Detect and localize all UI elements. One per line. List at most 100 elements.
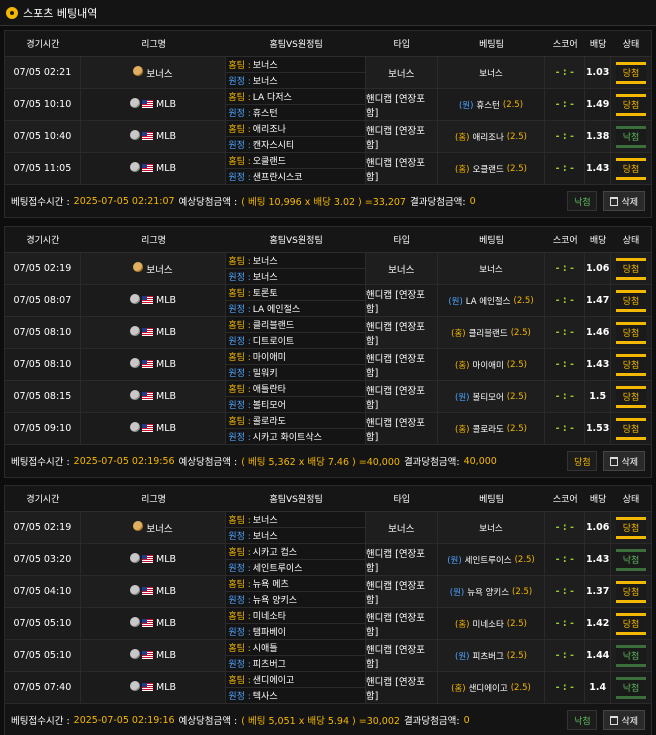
away-tag: 원정 : <box>228 369 251 379</box>
bet-type: 핸디캡 [연장포함] <box>366 349 438 380</box>
usa-flag-icon <box>142 296 154 304</box>
delete-button[interactable]: 삭제 <box>603 451 645 471</box>
state-badge: 당첨 <box>616 417 647 440</box>
match-cell: 홈팀 : 콜로라도 원정 : 시카고 화이트삭스 <box>226 413 366 444</box>
home-tag: 홈팀 : <box>228 289 251 299</box>
score: - : - <box>545 413 586 444</box>
away-team: 피츠버그 <box>252 660 286 670</box>
home-team: 애틀란타 <box>252 385 286 395</box>
receipt-time-label: 베팅접수시간 : <box>11 716 70 727</box>
receipt-time-label: 베팅접수시간 : <box>11 197 70 208</box>
state-cell: 당첨 <box>611 413 651 444</box>
league-cell: MLB <box>81 640 227 671</box>
home-line: 홈팀 : 보너스 <box>226 253 365 269</box>
bet-type: 보너스 <box>366 512 438 543</box>
league-name: MLB <box>156 163 177 174</box>
match-time: 07/05 02:19 <box>5 253 81 284</box>
result-value: 0 <box>469 195 476 207</box>
usa-flag-icon <box>142 100 154 108</box>
score: - : - <box>545 512 586 543</box>
bet-type: 핸디캡 [연장포함] <box>366 672 438 703</box>
col-score: 스코어 <box>552 236 578 246</box>
match-time: 07/05 03:20 <box>5 544 81 575</box>
receipt-time-value: 2025-07-05 02:19:56 <box>73 455 175 467</box>
home-tag: 홈팀 : <box>228 644 251 654</box>
bet-row: 07/05 02:19 보너스 홈팀 : 보너스 원정 : 보너스 보너스 보너… <box>5 512 651 544</box>
state-badge: 당첨 <box>616 157 647 180</box>
odds: 1.46 <box>585 317 612 348</box>
home-tag: 홈팀 : <box>228 125 251 135</box>
slip-result-badge: 낙첨 <box>567 191 598 211</box>
bonus-coin-icon <box>133 521 144 531</box>
bet-type: 핸디캡 [연장포함] <box>366 285 438 316</box>
match-cell: 홈팀 : LA 다저스 원정 : 휴스턴 <box>226 89 366 120</box>
state-badge: 낙첨 <box>616 548 647 571</box>
match-time: 07/05 08:07 <box>5 285 81 316</box>
away-team: 탬파베이 <box>252 628 286 638</box>
state-badge: 당첨 <box>616 93 647 116</box>
home-team: 콜로라도 <box>252 417 286 427</box>
match-time: 07/05 08:10 <box>5 349 81 380</box>
state-badge: 당첨 <box>616 257 647 280</box>
pick-team: 세인트루이스 <box>464 555 512 566</box>
slip-footer: 베팅접수시간 : 2025-07-05 02:19:56 예상당첨금액 : ( … <box>5 445 651 477</box>
delete-button[interactable]: 삭제 <box>603 191 645 211</box>
pick-side: (원) <box>448 296 463 307</box>
away-line: 원정 : 보너스 <box>226 528 365 543</box>
col-league: 리그명 <box>141 495 166 505</box>
away-tag: 원정 : <box>228 77 251 87</box>
league-name: MLB <box>156 682 177 693</box>
away-tag: 원정 : <box>228 109 251 119</box>
delete-button[interactable]: 삭제 <box>603 710 645 730</box>
league-cell: MLB <box>81 89 227 120</box>
col-team: 베팅팀 <box>479 236 504 246</box>
odds: 1.47 <box>585 285 612 316</box>
away-tag: 원정 : <box>228 141 251 151</box>
match-time: 07/05 05:10 <box>5 640 81 671</box>
bet-type: 핸디캡 [연장포함] <box>366 89 438 120</box>
away-team: 캔자스시티 <box>252 141 295 151</box>
league-cell: 보너스 <box>81 512 227 543</box>
pick-side: (홈) <box>455 164 470 175</box>
pick-team: 보너스 <box>479 68 503 79</box>
match-cell: 홈팀 : 토론토 원정 : LA 에인절스 <box>226 285 366 316</box>
state-badge: 당첨 <box>616 580 647 603</box>
match-cell: 홈팀 : 미네소타 원정 : 탬파베이 <box>226 608 366 639</box>
score: - : - <box>545 57 586 88</box>
away-tag: 원정 : <box>228 273 251 283</box>
bet-type: 보너스 <box>366 253 438 284</box>
col-match: 홈팀VS원정팀 <box>269 40 323 50</box>
col-state: 상태 <box>622 495 640 505</box>
away-line: 원정 : 텍사스 <box>226 688 365 703</box>
baseball-icon <box>130 422 141 432</box>
home-line: 홈팀 : 애틀란타 <box>226 381 365 397</box>
bet-slip: 경기시간 리그명 홈팀VS원정팀 타입 베팅팀 스코어 배당 상태 07/05 … <box>4 485 652 735</box>
odds: 1.53 <box>585 413 612 444</box>
match-time: 07/05 08:15 <box>5 381 81 412</box>
usa-flag-icon <box>142 360 154 368</box>
receipt-time-value: 2025-07-05 02:21:07 <box>73 195 175 207</box>
state-badge: 당첨 <box>616 61 647 84</box>
bet-row: 07/05 10:10 MLB 홈팀 : LA 다저스 원정 : 휴스턴 핸디캡… <box>5 89 651 121</box>
odds: 1.43 <box>585 544 612 575</box>
away-team: 보너스 <box>252 273 278 283</box>
pick-cell: (홈) 애리조나 (2.5) <box>438 121 546 152</box>
receipt-time-label: 베팅접수시간 : <box>11 457 70 468</box>
pick-team: 오클랜드 <box>472 164 504 175</box>
league-cell: MLB <box>81 153 227 184</box>
away-line: 원정 : 디트로이트 <box>226 333 365 348</box>
league-cell: MLB <box>81 285 227 316</box>
home-line: 홈팀 : 뉴욕 메츠 <box>226 576 365 592</box>
home-tag: 홈팀 : <box>228 417 251 427</box>
score: - : - <box>545 640 586 671</box>
usa-flag-icon <box>142 132 154 140</box>
home-team: 보너스 <box>252 257 278 267</box>
usa-flag-icon <box>142 555 154 563</box>
bet-row: 07/05 08:10 MLB 홈팀 : 마이애미 원정 : 밀워키 핸디캡 [… <box>5 349 651 381</box>
league-name: MLB <box>156 650 177 661</box>
pick-side: (홈) <box>455 360 470 371</box>
result-value: 40,000 <box>463 455 497 467</box>
bet-row: 07/05 08:07 MLB 홈팀 : 토론토 원정 : LA 에인절스 핸디… <box>5 285 651 317</box>
state-cell: 당첨 <box>611 576 651 607</box>
baseball-icon <box>130 390 141 400</box>
